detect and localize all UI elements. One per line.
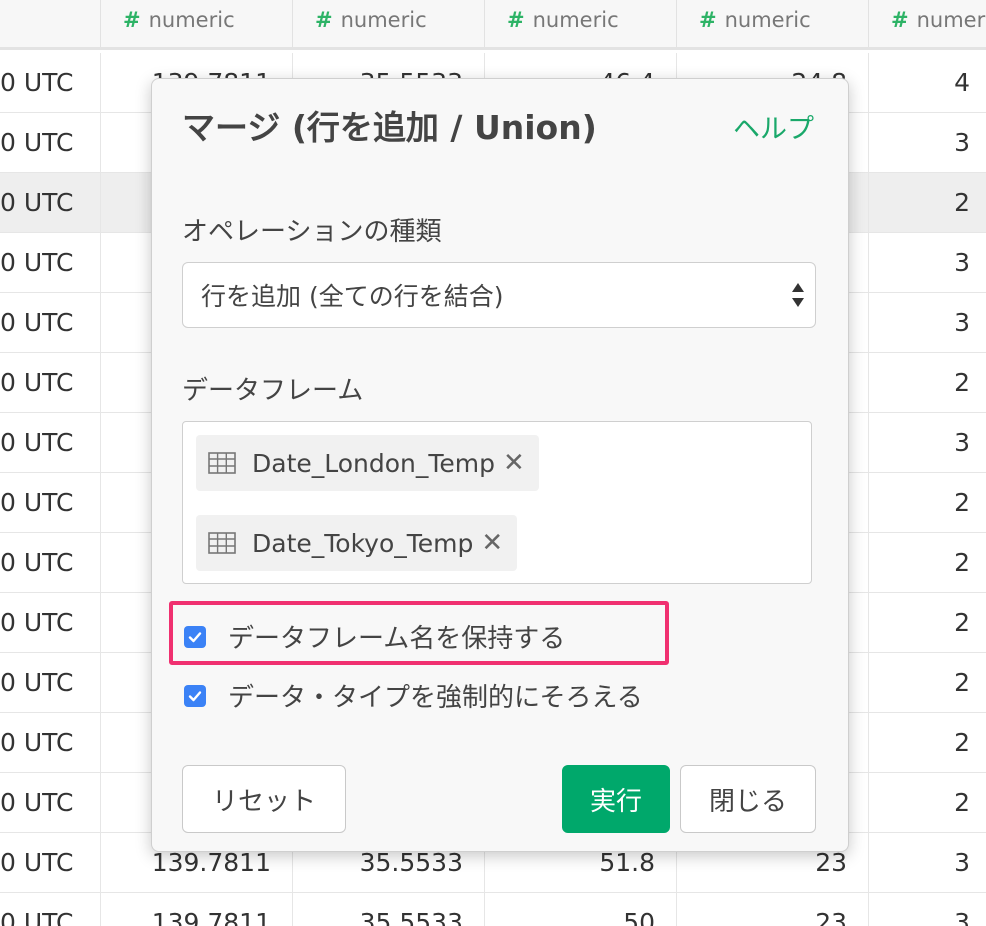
column-header[interactable]: #numeric: [100, 0, 293, 47]
column-header[interactable]: #numeric: [292, 0, 485, 47]
table-cell: 2: [868, 173, 986, 232]
operation-type-label: オペレーションの種類: [182, 217, 442, 247]
column-header[interactable]: #numeric: [484, 0, 677, 47]
table-cell: 0 UTC: [0, 128, 74, 157]
updown-arrows-icon: [792, 283, 804, 307]
table-cell: 0 UTC: [0, 728, 74, 757]
table-cell: 2: [868, 473, 986, 532]
reset-button[interactable]: リセット: [182, 765, 346, 833]
dataframes-label: データフレーム: [182, 376, 364, 406]
merge-dialog: マージ (行を追加 / Union) ヘルプ オペレーションの種類 行を追加 (…: [151, 78, 849, 852]
keep-names-checkbox[interactable]: [184, 625, 206, 648]
close-icon[interactable]: ✕: [503, 448, 525, 478]
keep-dataframe-names-option[interactable]: データフレーム名を保持する: [184, 618, 565, 655]
table-cell: 4: [868, 53, 986, 112]
dataframe-tag-label: Date_Tokyo_Temp: [252, 528, 474, 558]
table-cell: 2: [868, 593, 986, 652]
table-icon: [208, 452, 236, 474]
table-cell: 0 UTC: [0, 308, 74, 337]
table-cell: 0 UTC: [0, 188, 74, 217]
dataframes-multiselect[interactable]: Date_London_Temp ✕ Date_Tokyo_Temp ✕: [182, 421, 812, 584]
table-cell: 2: [868, 653, 986, 712]
close-icon[interactable]: ✕: [481, 528, 503, 558]
table-cell: 35.5533: [292, 893, 485, 926]
table-icon: [208, 532, 236, 554]
operation-type-value: 行を追加 (全ての行を結合): [201, 282, 504, 311]
table-cell: 2: [868, 353, 986, 412]
table-cell: 139.7811: [100, 893, 293, 926]
help-link[interactable]: ヘルプ: [733, 107, 814, 146]
numeric-type-icon: #: [891, 8, 909, 32]
numeric-type-icon: #: [123, 8, 141, 32]
table-row: 0 UTC 139.7811 35.5533 50 23 3: [0, 893, 986, 926]
checkmark-icon: [188, 690, 202, 701]
table-cell: 0 UTC: [0, 908, 74, 926]
grid-header: # numeric # numeric # numeric # numeric # num…: [0, 0, 986, 50]
table-cell: 0 UTC: [0, 248, 74, 277]
table-cell: 0 UTC: [0, 848, 74, 877]
table-cell: 3: [868, 413, 986, 472]
coerce-types-option[interactable]: データ・タイプを強制的にそろえる: [184, 677, 643, 714]
column-header[interactable]: #numeric: [676, 0, 869, 47]
keep-names-label: データフレーム名を保持する: [228, 624, 566, 654]
table-cell: 2: [868, 533, 986, 592]
close-button[interactable]: 閉じる: [680, 765, 816, 833]
table-cell: 3: [868, 833, 986, 892]
table-cell: 0 UTC: [0, 668, 74, 697]
coerce-types-checkbox[interactable]: [184, 684, 206, 707]
dataframe-tag-label: Date_London_Temp: [252, 448, 496, 478]
numeric-type-icon: #: [315, 8, 333, 32]
numeric-type-icon: #: [507, 8, 525, 32]
run-button[interactable]: 実行: [562, 765, 670, 833]
numeric-type-icon: #: [699, 8, 717, 32]
table-cell: 3: [868, 293, 986, 352]
table-cell: 0 UTC: [0, 788, 74, 817]
table-cell: 3: [868, 113, 986, 172]
table-cell: 0 UTC: [0, 368, 74, 397]
table-cell: 50: [484, 893, 677, 926]
column-header[interactable]: #numeric: [868, 0, 986, 47]
checkmark-icon: [188, 631, 202, 642]
dataframe-tag: Date_Tokyo_Temp ✕: [196, 515, 518, 571]
table-cell: 3: [868, 893, 986, 926]
operation-type-select[interactable]: 行を追加 (全ての行を結合): [182, 262, 816, 328]
table-cell: 3: [868, 233, 986, 292]
dataframe-tag: Date_London_Temp ✕: [196, 435, 539, 491]
table-cell: 0 UTC: [0, 548, 74, 577]
table-cell: 2: [868, 773, 986, 832]
table-cell: 0 UTC: [0, 488, 74, 517]
dialog-title: マージ (行を追加 / Union): [182, 108, 597, 147]
table-cell: 0 UTC: [0, 428, 74, 457]
table-cell: 0 UTC: [0, 68, 74, 97]
table-cell: 23: [676, 893, 869, 926]
table-cell: 2: [868, 713, 986, 772]
coerce-types-label: データ・タイプを強制的にそろえる: [228, 683, 643, 713]
table-cell: 0 UTC: [0, 608, 74, 637]
